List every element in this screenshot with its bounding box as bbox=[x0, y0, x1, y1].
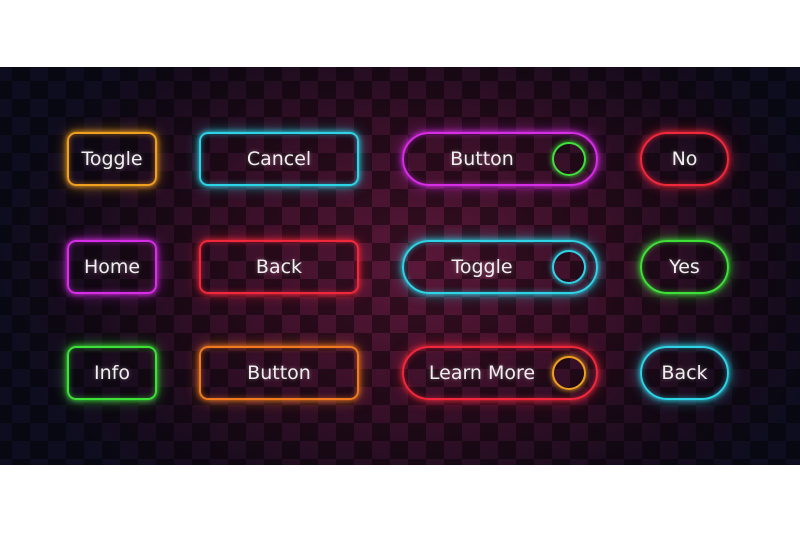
circle-icon bbox=[552, 250, 586, 284]
no-button[interactable]: No bbox=[640, 132, 729, 186]
button-label: Toggle bbox=[81, 148, 143, 170]
toggle-button[interactable]: Toggle bbox=[67, 132, 157, 186]
button-label: Info bbox=[94, 362, 130, 384]
button-label: Back bbox=[661, 362, 708, 384]
circle-icon bbox=[552, 142, 586, 176]
button-label: Home bbox=[83, 256, 141, 278]
yes-button[interactable]: Yes bbox=[640, 240, 729, 294]
back-pill-button[interactable]: Back bbox=[640, 346, 729, 400]
button-label: Learn More bbox=[428, 362, 536, 384]
button-label: No bbox=[671, 148, 698, 170]
button-label: Back bbox=[255, 256, 303, 278]
cancel-button[interactable]: Cancel bbox=[199, 132, 359, 186]
button-label: Toggle bbox=[451, 256, 513, 278]
neon-background: Toggle Cancel Button No Home Back Toggle… bbox=[0, 67, 800, 465]
button-toggle-pill[interactable]: Button bbox=[402, 132, 598, 186]
learn-more-button[interactable]: Learn More bbox=[402, 346, 598, 400]
toggle-pill-button[interactable]: Toggle bbox=[402, 240, 598, 294]
button-button[interactable]: Button bbox=[199, 346, 359, 400]
button-label: Cancel bbox=[246, 148, 312, 170]
button-label: Button bbox=[450, 148, 514, 170]
button-label: Yes bbox=[669, 256, 700, 278]
back-button[interactable]: Back bbox=[199, 240, 359, 294]
button-label: Button bbox=[247, 362, 311, 384]
home-button[interactable]: Home bbox=[67, 240, 157, 294]
info-button[interactable]: Info bbox=[67, 346, 157, 400]
circle-icon bbox=[552, 356, 586, 390]
